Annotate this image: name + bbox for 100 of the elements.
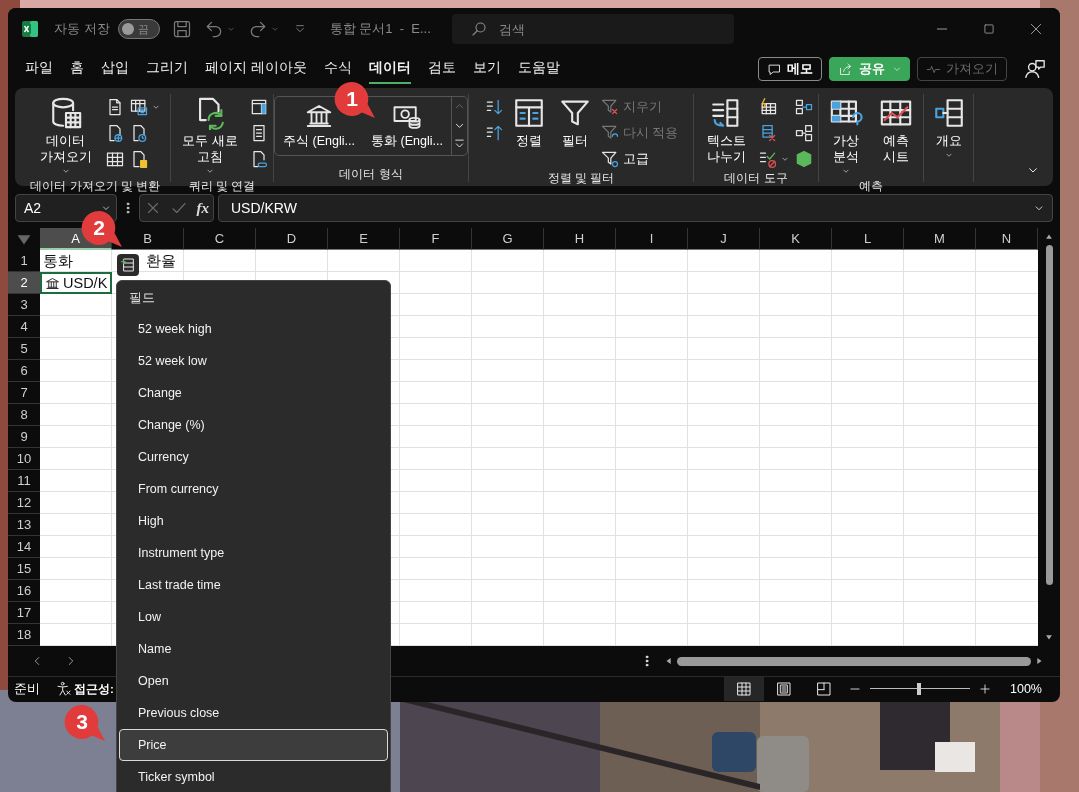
ribbon-tab[interactable]: 그리기	[146, 54, 188, 84]
slider-thumb[interactable]	[917, 683, 921, 695]
column-header[interactable]: F	[400, 228, 472, 250]
autosave-label: 자동 저장	[54, 20, 110, 38]
ribbon-button[interactable]: 모두 새로 고침	[175, 94, 245, 178]
menu-item[interactable]: From currency	[119, 473, 388, 505]
comment-icon	[767, 61, 782, 77]
row-header[interactable]: 7	[8, 382, 40, 404]
column-header[interactable]: I	[616, 228, 688, 250]
column-header[interactable]: C	[184, 228, 256, 250]
scroll-thumb[interactable]	[1045, 245, 1053, 585]
ribbon-tab[interactable]: 도움말	[517, 54, 560, 84]
group-label: 데이터 가져오기 및 변환	[29, 178, 162, 194]
menu-item[interactable]: Currency	[119, 441, 388, 473]
ribbon-tab[interactable]: 삽입	[101, 54, 129, 84]
menu-item[interactable]: 52 week high	[119, 313, 388, 345]
save-icon[interactable]	[171, 19, 192, 39]
table-camera-icon[interactable]	[128, 97, 149, 117]
menu-item[interactable]: High	[119, 505, 388, 537]
menu-item[interactable]: Change	[119, 377, 388, 409]
group-label: 데이터 형식	[338, 166, 404, 182]
column-header[interactable]: M	[904, 228, 976, 250]
row-header[interactable]: 4	[8, 316, 40, 338]
view-button[interactable]	[724, 677, 764, 701]
scroll-thumb[interactable]	[677, 656, 1031, 666]
menu-item[interactable]: Change (%)	[119, 409, 388, 441]
column-header[interactable]: K	[760, 228, 832, 250]
search-field[interactable]: 검색	[451, 14, 734, 44]
ribbon-button[interactable]: 필터	[553, 94, 596, 151]
row-header[interactable]: 13	[8, 514, 40, 536]
name-box[interactable]: A2	[15, 194, 117, 222]
formula-field[interactable]: USD/KRW	[218, 194, 1053, 222]
zoom-level: 100%	[1010, 682, 1042, 696]
ribbon-tab[interactable]: 파일	[25, 54, 53, 84]
row-header[interactable]: 17	[8, 602, 40, 624]
row-header[interactable]: 10	[8, 448, 40, 470]
accessibility-status[interactable]: 접근성:	[74, 681, 114, 697]
ribbon-tab[interactable]: 페이지 레이아웃	[205, 54, 307, 84]
ribbon-button[interactable]: 고급	[599, 148, 679, 170]
column-header[interactable]: L	[832, 228, 904, 250]
row-header[interactable]: 15	[8, 558, 40, 580]
ribbon-button[interactable]: 예측 시트	[873, 94, 919, 167]
ribbon-button[interactable]: 데이터 가져오기	[30, 94, 101, 178]
menu-item[interactable]: Low	[119, 601, 388, 633]
column-header[interactable]: H	[544, 228, 616, 250]
comments-button[interactable]: 메모	[758, 57, 822, 81]
row-header[interactable]: 11	[8, 470, 40, 492]
ribbon-button[interactable]: 가상 분석	[823, 94, 869, 178]
zoom-in-icon[interactable]	[978, 682, 992, 696]
column-header[interactable]: E	[328, 228, 400, 250]
menu-item[interactable]: Price	[119, 729, 388, 761]
column-header[interactable]: B	[112, 228, 184, 250]
ribbon-tab[interactable]: 보기	[472, 54, 501, 84]
scroll-right-icon[interactable]	[1034, 656, 1044, 666]
row-header[interactable]: 18	[8, 624, 40, 646]
menu-item[interactable]: 52 week low	[119, 345, 388, 377]
ribbon-tab[interactable]: 검토	[427, 54, 456, 84]
column-header[interactable]: J	[688, 228, 760, 250]
row-header[interactable]: 6	[8, 360, 40, 382]
insert-function-button[interactable]: fx	[196, 199, 209, 217]
table-cell[interactable]: USD/K	[40, 272, 112, 294]
consolidate-icon[interactable]	[794, 97, 814, 117]
accessibility-icon[interactable]	[56, 681, 72, 697]
ribbon-tab[interactable]: 데이터	[368, 54, 411, 84]
column-header[interactable]: N	[976, 228, 1038, 250]
menu-item[interactable]: Ticker symbol	[119, 761, 388, 792]
row-header[interactable]: 1	[8, 250, 40, 272]
row-header[interactable]: 2	[8, 272, 40, 294]
relationships-icon[interactable]	[794, 123, 814, 143]
scroll-down-icon[interactable]	[1044, 632, 1054, 642]
group-label: 정렬 및 필터	[546, 170, 616, 186]
table-cell[interactable]: 통화	[40, 250, 112, 272]
ribbon-tab[interactable]: 홈	[70, 54, 84, 84]
menu-item[interactable]: Open	[119, 665, 388, 697]
table-cell[interactable]: 환율	[112, 250, 184, 272]
cell-reference: A2	[24, 200, 42, 216]
row-header[interactable]: 12	[8, 492, 40, 514]
menu-item[interactable]: Last trade time	[119, 569, 388, 601]
menu-item[interactable]: Name	[119, 633, 388, 665]
row-header[interactable]: 3	[8, 294, 40, 316]
row-header[interactable]: 16	[8, 580, 40, 602]
scroll-left-icon[interactable]	[664, 656, 674, 666]
ribbon-button[interactable]: 정렬	[507, 94, 550, 151]
row-header[interactable]: 14	[8, 536, 40, 558]
column-header[interactable]: D	[256, 228, 328, 250]
menu-item[interactable]: Instrument type	[119, 537, 388, 569]
cube-icon[interactable]	[794, 149, 814, 169]
row-header[interactable]: 5	[8, 338, 40, 360]
scroll-up-icon[interactable]	[1044, 232, 1054, 242]
ribbon-button[interactable]: 텍스트 나누기	[698, 94, 754, 167]
feedback-icon[interactable]	[1024, 58, 1046, 80]
ribbon-button[interactable]: 개요	[927, 94, 970, 162]
menu-item[interactable]: Previous close	[119, 697, 388, 729]
panel-icon[interactable]	[249, 97, 269, 117]
row-header[interactable]: 9	[8, 426, 40, 448]
column-header[interactable]: G	[472, 228, 544, 250]
insert-data-button[interactable]	[117, 254, 139, 276]
maximize-icon[interactable]	[982, 22, 996, 36]
close-icon[interactable]	[1028, 21, 1044, 37]
row-header[interactable]: 8	[8, 404, 40, 426]
